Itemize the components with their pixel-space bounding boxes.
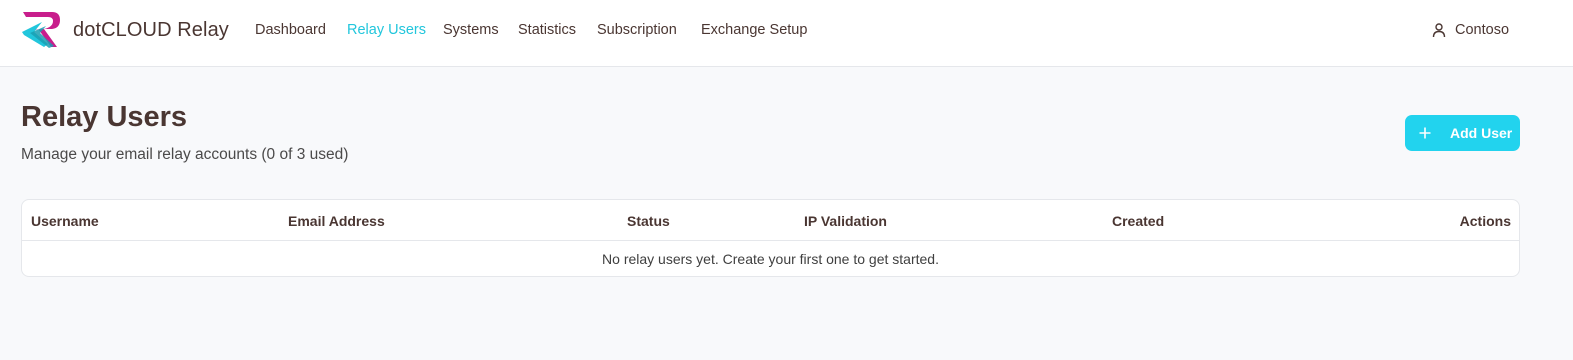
column-header-actions: Actions (1459, 213, 1511, 229)
nav-item-relay-users[interactable]: Relay Users (347, 22, 426, 38)
nav-item-systems[interactable]: Systems (443, 22, 499, 38)
table-header: Username Email Address Status IP Validat… (22, 200, 1519, 241)
nav-item-statistics[interactable]: Statistics (518, 22, 576, 38)
page-subtitle: Manage your email relay accounts (0 of 3… (21, 146, 349, 163)
dotcloud-logo[interactable] (20, 10, 62, 50)
column-header-email[interactable]: Email Address (288, 213, 385, 229)
column-header-ip-validation[interactable]: IP Validation (804, 213, 887, 229)
user-icon (1432, 23, 1446, 38)
add-user-button[interactable]: Add User (1405, 115, 1520, 151)
nav-item-dashboard[interactable]: Dashboard (255, 22, 326, 38)
plus-icon (1419, 127, 1431, 139)
brand-name[interactable]: dotCLOUD Relay (73, 19, 229, 42)
add-user-label: Add User (1450, 125, 1513, 141)
empty-state-message: No relay users yet. Create your first on… (602, 251, 939, 267)
nav-item-exchange-setup[interactable]: Exchange Setup (701, 22, 807, 38)
column-header-created[interactable]: Created (1112, 213, 1164, 229)
relay-users-table: Username Email Address Status IP Validat… (21, 199, 1520, 277)
user-name: Contoso (1455, 22, 1510, 38)
column-header-username[interactable]: Username (31, 213, 99, 229)
nav-item-subscription[interactable]: Subscription (597, 22, 677, 38)
page-title: Relay Users (21, 101, 188, 133)
top-navbar: dotCLOUD Relay Dashboard Relay Users Sys… (0, 0, 1573, 67)
user-menu[interactable]: Contoso (1431, 21, 1509, 39)
column-header-status[interactable]: Status (627, 213, 670, 229)
